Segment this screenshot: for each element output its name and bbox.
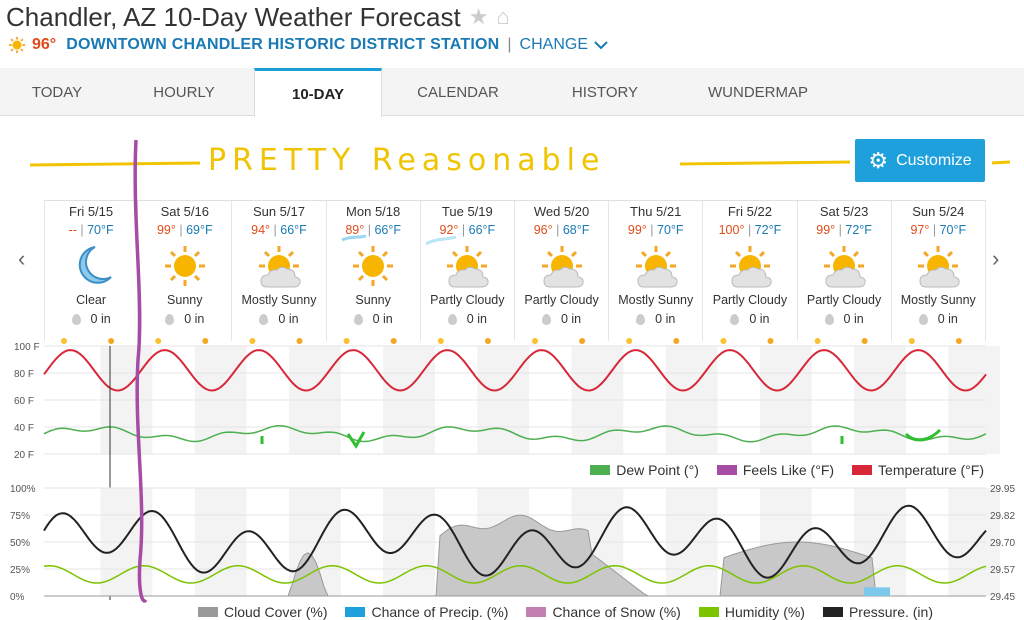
legend-item[interactable]: Temperature (°F): [852, 462, 984, 478]
y-tick-label: 100 F: [14, 342, 40, 353]
forecast-charts: 100 F 80 F 60 F 40 F 20 F 100% 29.95 75% 29.82 50…: [10, 338, 1015, 603]
legend-swatch: [526, 607, 547, 617]
legend-swatch: [716, 465, 737, 475]
y-tick-label: 60 F: [14, 396, 34, 407]
sun-marker: [108, 338, 115, 344]
legend-swatch: [822, 607, 843, 617]
sun-marker: [767, 338, 774, 344]
legend-item[interactable]: Pressure. (in): [822, 604, 933, 620]
sun-marker: [390, 338, 397, 344]
precip-chance-bar: [864, 587, 890, 596]
legend-label: Pressure. (in): [848, 604, 933, 620]
sun-marker: [626, 338, 633, 344]
y-tick-label-right: 29.45: [990, 592, 1015, 603]
sun-marker: [61, 338, 67, 344]
sun-marker: [955, 338, 962, 344]
y-tick-label: 20 F: [14, 450, 34, 461]
sun-marker: [155, 338, 162, 344]
precipitation-legend: Cloud Cover (%) Chance of Precip. (%) Chan…: [180, 604, 933, 620]
legend-item[interactable]: Feels Like (°F): [716, 462, 835, 478]
sun-marker: [296, 338, 303, 344]
y-tick-label-right: 29.57: [990, 565, 1015, 576]
legend-item[interactable]: Cloud Cover (%): [198, 604, 327, 620]
sun-marker: [532, 338, 538, 344]
sun-marker: [202, 338, 209, 344]
y-tick-label-left: 0%: [10, 592, 25, 603]
legend-label: Temperature (°F): [878, 462, 984, 478]
temperature-legend: Dew Point (°) Feels Like (°F) Temperature …: [572, 462, 984, 478]
sun-marker: [861, 338, 868, 344]
y-tick-label-left: 100%: [10, 484, 36, 495]
sun-marker: [343, 338, 350, 344]
sun-marker: [814, 338, 821, 344]
y-tick-label-left: 50%: [10, 538, 30, 549]
weather-page: Chandler, AZ 10-Day Weather Forecast ★ ⌂…: [0, 0, 1024, 620]
legend-item[interactable]: Dew Point (°): [590, 462, 699, 478]
y-tick-label-right: 29.95: [990, 484, 1015, 495]
legend-swatch: [852, 465, 873, 475]
y-tick-label-left: 75%: [10, 511, 30, 522]
legend-swatch: [198, 607, 218, 617]
legend-label: Chance of Precip. (%): [371, 604, 509, 620]
legend-label: Dew Point (°): [616, 462, 699, 478]
legend-label: Chance of Snow (%): [552, 604, 681, 620]
legend-swatch: [698, 607, 719, 617]
sun-marker: [908, 338, 915, 344]
legend-swatch: [345, 607, 366, 617]
y-tick-label: 80 F: [14, 369, 34, 380]
legend-item[interactable]: Chance of Precip. (%): [345, 604, 508, 620]
y-tick-label-right: 29.82: [990, 511, 1015, 522]
legend-label: Cloud Cover (%): [224, 604, 328, 620]
sun-marker: [720, 338, 727, 344]
y-tick-label-right: 29.70: [990, 538, 1015, 549]
sun-marker: [484, 338, 491, 344]
sun-marker: [579, 338, 586, 344]
legend-swatch: [590, 465, 611, 475]
y-tick-label-left: 25%: [10, 565, 30, 576]
legend-label: Feels Like (°F): [742, 462, 835, 478]
legend-item[interactable]: Humidity (%): [698, 604, 805, 620]
legend-label: Humidity (%): [724, 604, 805, 620]
sun-marker: [673, 338, 680, 344]
legend-item[interactable]: Chance of Snow (%): [526, 604, 681, 620]
sun-marker: [437, 338, 444, 344]
y-tick-label: 40 F: [14, 423, 34, 434]
sun-marker: [249, 338, 256, 344]
